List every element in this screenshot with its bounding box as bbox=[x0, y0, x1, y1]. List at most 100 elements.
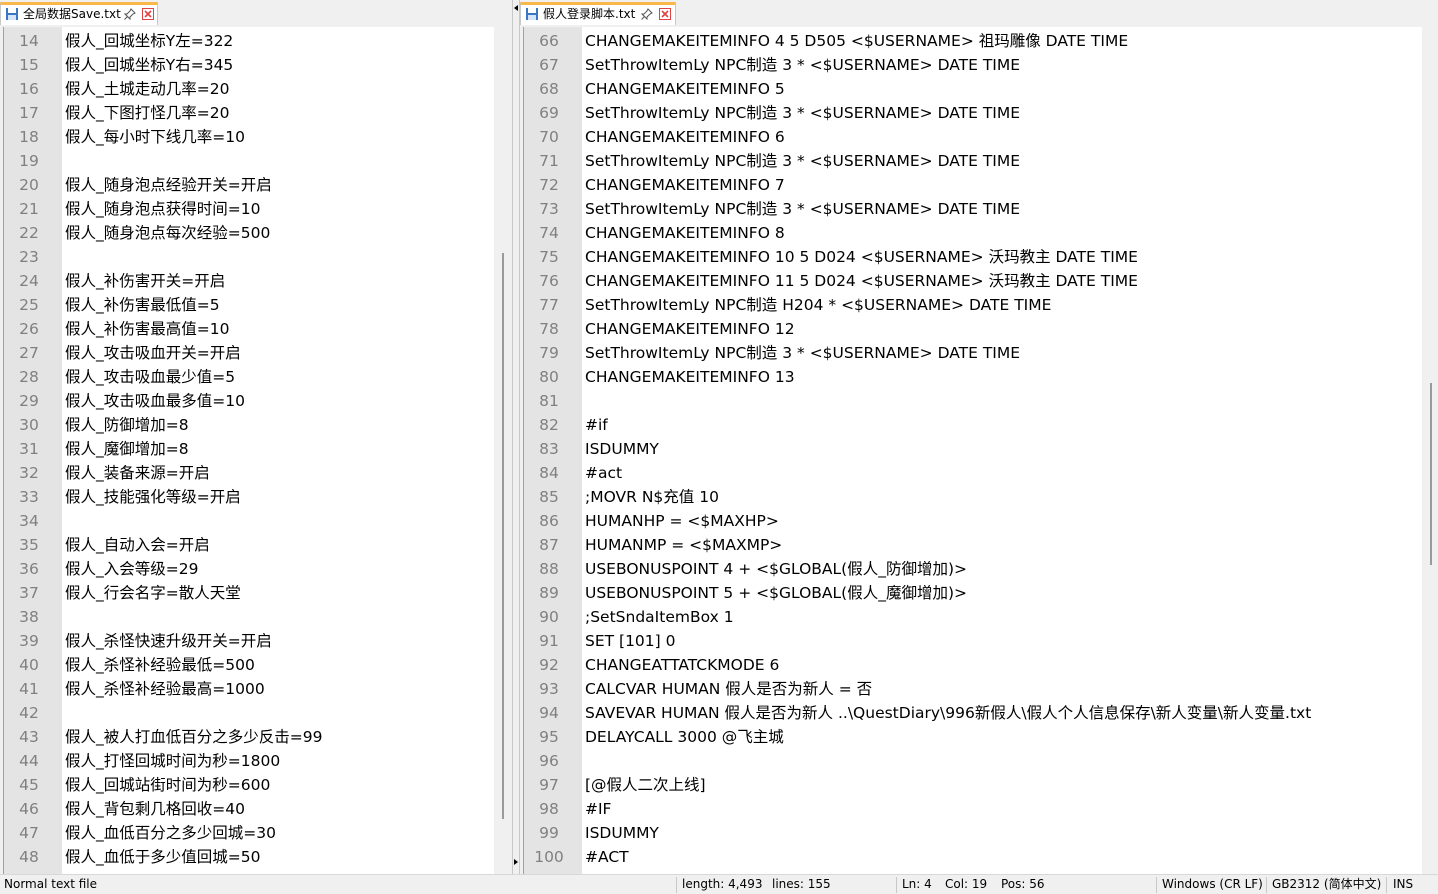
left-vertical-scrollbar[interactable] bbox=[494, 27, 510, 874]
line-text[interactable]: 假人_回城站街时间为秒=600 bbox=[65, 773, 270, 797]
editor-line[interactable]: 42 bbox=[4, 701, 510, 725]
editor-line[interactable]: 34 bbox=[4, 509, 510, 533]
editor-line[interactable]: 38 bbox=[4, 605, 510, 629]
editor-line[interactable]: 79 SetThrowItemLy NPC制造 3 * <$USERNAME> D… bbox=[524, 341, 1438, 365]
editor-line[interactable]: 31 假人_魔御增加=8 bbox=[4, 437, 510, 461]
editor-line[interactable]: 32 假人_装备来源=开启 bbox=[4, 461, 510, 485]
editor-line[interactable]: 82 #if bbox=[524, 413, 1438, 437]
line-text[interactable]: HUMANMP = <$MAXMP> bbox=[585, 533, 782, 557]
editor-line[interactable]: 19 bbox=[4, 149, 510, 173]
editor-line[interactable]: 14 假人_回城坐标Y左=322 bbox=[4, 29, 510, 53]
line-text[interactable]: CHANGEMAKEITEMINFO 5 bbox=[585, 77, 785, 101]
line-text[interactable]: CHANGEMAKEITEMINFO 10 5 D024 <$USERNAME>… bbox=[585, 245, 1138, 269]
editor-line[interactable]: 29 假人_攻击吸血最多值=10 bbox=[4, 389, 510, 413]
line-text[interactable]: USEBONUSPOINT 5 + <$GLOBAL(假人_魔御增加)> bbox=[585, 581, 967, 605]
editor-line[interactable]: 86 HUMANHP = <$MAXHP> bbox=[524, 509, 1438, 533]
right-scrollbar-thumb[interactable] bbox=[1430, 383, 1432, 565]
editor-line[interactable]: 47 假人_血低百分之多少回城=30 bbox=[4, 821, 510, 845]
editor-line[interactable]: 95 DELAYCALL 3000 @飞主城 bbox=[524, 725, 1438, 749]
line-text[interactable]: 假人_每小时下线几率=10 bbox=[65, 125, 245, 149]
line-text[interactable]: [@假人二次上线] bbox=[585, 773, 706, 797]
line-text[interactable]: CHANGEMAKEITEMINFO 12 bbox=[585, 317, 795, 341]
editor-line[interactable]: 77 SetThrowItemLy NPC制造 H204 * <$USERNAME… bbox=[524, 293, 1438, 317]
editor-line[interactable]: 69 SetThrowItemLy NPC制造 3 * <$USERNAME> D… bbox=[524, 101, 1438, 125]
line-text[interactable]: 假人_防御增加=8 bbox=[65, 413, 189, 437]
editor-line[interactable]: 73 SetThrowItemLy NPC制造 3 * <$USERNAME> D… bbox=[524, 197, 1438, 221]
editor-line[interactable]: 92 CHANGEATTATCKMODE 6 bbox=[524, 653, 1438, 677]
editor-line[interactable]: 46 假人_背包剩几格回收=40 bbox=[4, 797, 510, 821]
right-text-editor[interactable]: 66 CHANGEMAKEITEMINFO 4 5 D505 <$USERNAME… bbox=[523, 27, 1438, 874]
editor-line[interactable]: 89 USEBONUSPOINT 5 + <$GLOBAL(假人_魔御增加)> bbox=[524, 581, 1438, 605]
line-text[interactable]: SetThrowItemLy NPC制造 H204 * <$USERNAME> … bbox=[585, 293, 1051, 317]
editor-line[interactable]: 16 假人_土城走动几率=20 bbox=[4, 77, 510, 101]
editor-line[interactable]: 25 假人_补伤害最低值=5 bbox=[4, 293, 510, 317]
line-text[interactable]: 假人_背包剩几格回收=40 bbox=[65, 797, 245, 821]
line-text[interactable]: 假人_血低于多少值回城=50 bbox=[65, 845, 260, 869]
editor-line[interactable]: 40 假人_杀怪补经验最低=500 bbox=[4, 653, 510, 677]
editor-line[interactable]: 84 #act bbox=[524, 461, 1438, 485]
editor-line[interactable]: 18 假人_每小时下线几率=10 bbox=[4, 125, 510, 149]
editor-line[interactable]: 85 ;MOVR N$充值 10 bbox=[524, 485, 1438, 509]
line-text[interactable]: #if bbox=[585, 413, 608, 437]
left-text-editor[interactable]: 14 假人_回城坐标Y左=322 15 假人_回城坐标Y右=345 16 假人_土城走动几… bbox=[3, 27, 510, 874]
editor-line[interactable]: 83 ISDUMMY bbox=[524, 437, 1438, 461]
line-text[interactable]: 假人_攻击吸血最少值=5 bbox=[65, 365, 235, 389]
line-text[interactable]: USEBONUSPOINT 4 + <$GLOBAL(假人_防御增加)> bbox=[585, 557, 967, 581]
line-text[interactable]: CALCVAR HUMAN 假人是否为新人 = 否 bbox=[585, 677, 872, 701]
editor-line[interactable]: 45 假人_回城站街时间为秒=600 bbox=[4, 773, 510, 797]
line-text[interactable]: CHANGEMAKEITEMINFO 11 5 D024 <$USERNAME>… bbox=[585, 269, 1138, 293]
editor-line[interactable]: 21 假人_随身泡点获得时间=10 bbox=[4, 197, 510, 221]
editor-line[interactable]: 39 假人_杀怪快速升级开关=开启 bbox=[4, 629, 510, 653]
line-text[interactable]: SetThrowItemLy NPC制造 3 * <$USERNAME> DAT… bbox=[585, 53, 1020, 77]
editor-line[interactable]: 17 假人_下图打怪几率=20 bbox=[4, 101, 510, 125]
editor-line[interactable]: 72 CHANGEMAKEITEMINFO 7 bbox=[524, 173, 1438, 197]
editor-line[interactable]: 80 CHANGEMAKEITEMINFO 13 bbox=[524, 365, 1438, 389]
editor-line[interactable]: 94 SAVEVAR HUMAN 假人是否为新人 ..\QuestDiary\99… bbox=[524, 701, 1438, 725]
tab-left-file[interactable]: 全局数据Save.txt bbox=[0, 2, 158, 25]
line-text[interactable]: CHANGEMAKEITEMINFO 4 5 D505 <$USERNAME> … bbox=[585, 29, 1128, 53]
editor-line[interactable]: 44 假人_打怪回城时间为秒=1800 bbox=[4, 749, 510, 773]
pin-icon[interactable] bbox=[124, 8, 136, 20]
editor-line[interactable]: 24 假人_补伤害开关=开启 bbox=[4, 269, 510, 293]
editor-line[interactable]: 35 假人_自动入会=开启 bbox=[4, 533, 510, 557]
line-text[interactable]: 假人_自动入会=开启 bbox=[65, 533, 210, 557]
editor-line[interactable]: 26 假人_补伤害最高值=10 bbox=[4, 317, 510, 341]
line-text[interactable]: #act bbox=[585, 461, 622, 485]
editor-line[interactable]: 93 CALCVAR HUMAN 假人是否为新人 = 否 bbox=[524, 677, 1438, 701]
editor-line[interactable]: 78 CHANGEMAKEITEMINFO 12 bbox=[524, 317, 1438, 341]
line-text[interactable]: 假人_攻击吸血最多值=10 bbox=[65, 389, 245, 413]
editor-line[interactable]: 87 HUMANMP = <$MAXMP> bbox=[524, 533, 1438, 557]
line-text[interactable]: 假人_被人打血低百分之多少反击=99 bbox=[65, 725, 322, 749]
editor-line[interactable]: 74 CHANGEMAKEITEMINFO 8 bbox=[524, 221, 1438, 245]
editor-line[interactable]: 98 #IF bbox=[524, 797, 1438, 821]
line-text[interactable]: #ACT bbox=[585, 845, 629, 869]
line-text[interactable]: CHANGEMAKEITEMINFO 13 bbox=[585, 365, 795, 389]
editor-line[interactable]: 67 SetThrowItemLy NPC制造 3 * <$USERNAME> D… bbox=[524, 53, 1438, 77]
line-text[interactable]: CHANGEMAKEITEMINFO 6 bbox=[585, 125, 785, 149]
line-text[interactable]: SET [101] 0 bbox=[585, 629, 676, 653]
line-text[interactable]: 假人_攻击吸血开关=开启 bbox=[65, 341, 241, 365]
line-text[interactable]: 假人_技能强化等级=开启 bbox=[65, 485, 241, 509]
editor-line[interactable]: 48 假人_血低于多少值回城=50 bbox=[4, 845, 510, 869]
line-text[interactable]: SetThrowItemLy NPC制造 3 * <$USERNAME> DAT… bbox=[585, 197, 1020, 221]
line-text[interactable]: 假人_随身泡点经验开关=开启 bbox=[65, 173, 272, 197]
editor-line[interactable]: 28 假人_攻击吸血最少值=5 bbox=[4, 365, 510, 389]
editor-line[interactable]: 99 ISDUMMY bbox=[524, 821, 1438, 845]
status-insert-mode[interactable]: INS bbox=[1393, 875, 1413, 894]
line-text[interactable]: SetThrowItemLy NPC制造 3 * <$USERNAME> DAT… bbox=[585, 341, 1020, 365]
editor-line[interactable]: 90 ;SetSndaItemBox 1 bbox=[524, 605, 1438, 629]
splitter-arrow-icon[interactable] bbox=[514, 5, 518, 11]
editor-line[interactable]: 20 假人_随身泡点经验开关=开启 bbox=[4, 173, 510, 197]
status-encoding[interactable]: GB2312 (简体中文) bbox=[1272, 875, 1381, 894]
line-text[interactable]: 假人_下图打怪几率=20 bbox=[65, 101, 229, 125]
editor-line[interactable]: 75 CHANGEMAKEITEMINFO 10 5 D024 <$USERNAM… bbox=[524, 245, 1438, 269]
line-text[interactable]: ;SetSndaItemBox 1 bbox=[585, 605, 734, 629]
editor-line[interactable]: 43 假人_被人打血低百分之多少反击=99 bbox=[4, 725, 510, 749]
close-tab-icon[interactable] bbox=[142, 8, 154, 20]
editor-line[interactable]: 68 CHANGEMAKEITEMINFO 5 bbox=[524, 77, 1438, 101]
editor-line[interactable]: 97 [@假人二次上线] bbox=[524, 773, 1438, 797]
editor-line[interactable]: 70 CHANGEMAKEITEMINFO 6 bbox=[524, 125, 1438, 149]
editor-line[interactable]: 71 SetThrowItemLy NPC制造 3 * <$USERNAME> D… bbox=[524, 149, 1438, 173]
line-text[interactable]: 假人_杀怪补经验最高=1000 bbox=[65, 677, 265, 701]
editor-line[interactable]: 36 假人_入会等级=29 bbox=[4, 557, 510, 581]
